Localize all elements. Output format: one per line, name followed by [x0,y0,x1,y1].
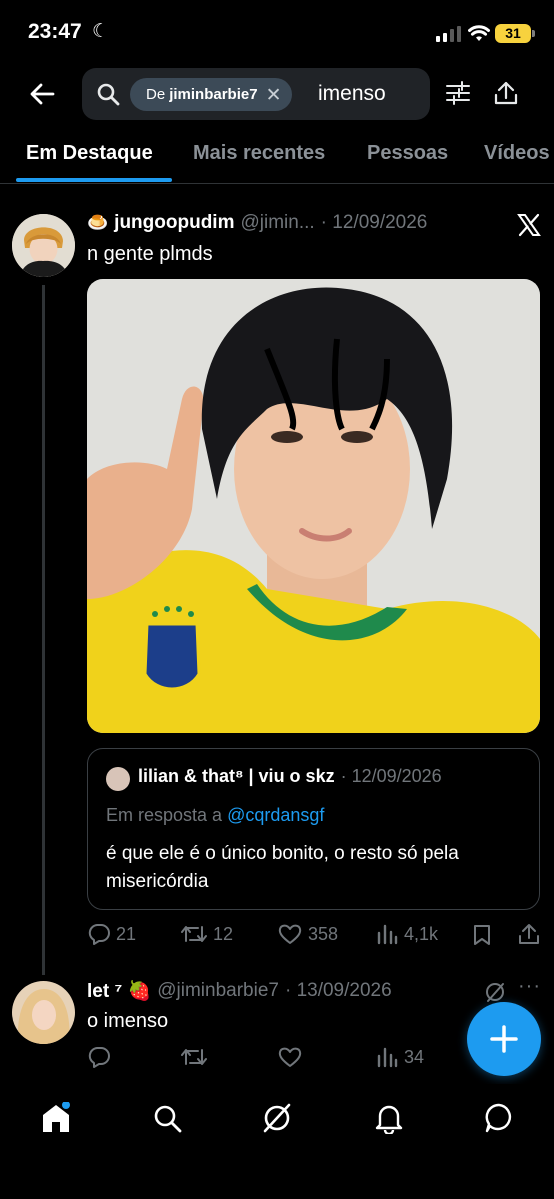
retweet-icon[interactable] [181,1046,207,1068]
messages-icon[interactable] [484,1102,514,1134]
tweet-text: n gente plmds [87,243,213,265]
moon-icon: ☾ [92,21,110,42]
plus-icon [490,1025,518,1053]
view-count: 4,1k [404,923,439,944]
compose-post-button[interactable] [467,1002,541,1076]
tab-em-destaque[interactable]: Em Destaque [26,142,153,165]
heart-icon[interactable] [278,1046,302,1068]
bookmark-icon[interactable] [472,924,492,946]
tweet-header: 🍮 jungoopudim @jimin... · 12/09/2026 [87,212,427,234]
retweet-button[interactable]: 12 [181,923,233,945]
home-icon[interactable] [41,1102,71,1134]
close-icon[interactable]: ✕ [266,84,282,107]
active-tab-indicator [16,178,172,182]
avatar-image [12,214,75,277]
chip-username: jiminbarbie7 [169,86,258,103]
search-icon [97,83,120,106]
chip-prefix: De [146,86,166,103]
tweet-date: · 13/09/2026 [284,980,392,1001]
retweet-icon [181,926,207,942]
thread-line [42,285,45,975]
quote-header: lilian & that⁸ | viu o skz · 12/09/2026 [138,766,442,787]
tab-pessoas[interactable]: Pessoas [367,142,448,165]
quote-avatar [106,767,130,791]
share-icon[interactable] [494,80,518,106]
filter-sliders-icon[interactable] [446,80,470,106]
grok-icon[interactable] [484,981,506,1003]
tweet-date: · 12/09/2026 [320,212,428,233]
like-button[interactable]: 358 [278,923,338,945]
author-name[interactable]: let ⁷ 🍓 [87,979,151,1003]
avatar[interactable] [12,981,75,1044]
reply-icon [88,924,110,945]
heart-icon [278,924,302,944]
retweet-count: 12 [213,923,234,944]
quote-author-name: lilian & that⁸ | viu o skz [138,766,335,786]
avatar[interactable] [12,214,75,277]
tab-videos[interactable]: Vídeos [484,142,550,165]
avatar-image [12,981,75,1044]
reply-icon[interactable] [88,1046,110,1068]
quote-text: é que ele é o único bonito, o resto só p… [106,843,459,892]
tweet-text: o imenso [87,1010,169,1032]
tabs-divider [0,183,554,184]
battery-indicator: 31 [495,24,531,43]
quote-date: · 12/09/2026 [340,766,442,786]
tweet-photo[interactable] [87,279,540,733]
views-button[interactable]: 4,1k [376,923,438,945]
share-icon[interactable] [518,922,540,946]
search-user-filter-chip[interactable]: De jiminbarbie7 ✕ [130,78,292,111]
x-logo-icon[interactable] [517,213,541,237]
cellular-signal-icon [436,26,461,42]
wifi-icon [468,25,490,41]
back-arrow-icon[interactable] [28,80,56,108]
status-time: 23:47 [28,20,82,43]
reply-button[interactable]: 21 [88,923,136,945]
reply-prefix: Em resposta a [106,805,223,825]
views-bar-icon [377,924,398,945]
battery-cap [532,30,535,37]
like-count: 358 [308,923,339,944]
author-name[interactable]: jungoopudim [114,212,234,234]
views-button[interactable]: 34 [376,1046,424,1068]
grok-icon[interactable] [262,1102,292,1134]
tweet-header: let ⁷ 🍓 @jiminbarbie7 · 13/09/2026 [87,979,392,1003]
reply-handle-link[interactable]: @cqrdansgf [227,805,324,825]
tab-mais-recentes[interactable]: Mais recentes [193,142,325,165]
photo-image [87,279,540,733]
search-query[interactable]: imenso [318,82,386,106]
more-options-icon[interactable]: ··· [518,975,541,998]
view-count: 34 [404,1046,425,1067]
reply-count: 21 [116,923,137,944]
author-handle[interactable]: @jiminbarbie7 [157,980,279,1002]
quote-reply-to: Em resposta a @cqrdansgf [106,805,324,826]
author-handle[interactable]: @jimin... [240,212,314,234]
pudding-emoji: 🍮 [87,213,109,232]
views-bar-icon [377,1047,398,1068]
notifications-bell-icon[interactable] [374,1102,404,1134]
search-icon[interactable] [152,1102,182,1134]
